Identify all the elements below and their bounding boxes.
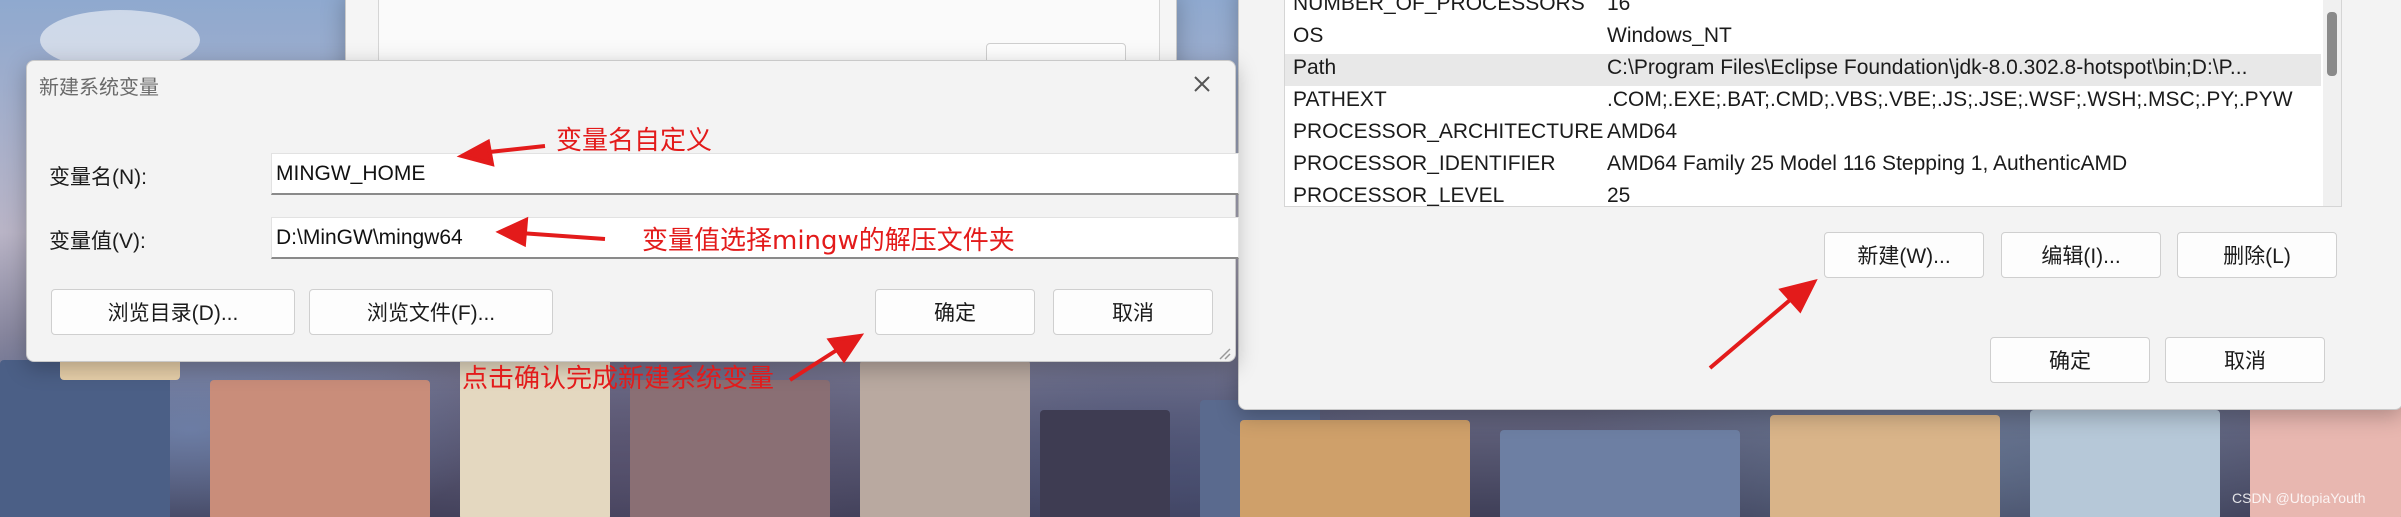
variable-name-cell: PROCESSOR_IDENTIFIER xyxy=(1293,152,1556,175)
browse-directory-button[interactable]: 浏览目录(D)... xyxy=(51,289,295,335)
variable-rows: NUMBER_OF_PROCESSORS 16 OS Windows_NT Path C:… xyxy=(1285,0,2321,207)
new-variable-button[interactable]: 新建(W)... xyxy=(1824,232,1984,278)
delete-variable-button[interactable]: 删除(L) xyxy=(2177,232,2337,278)
table-row[interactable]: Path C:\Program Files\Eclipse Foundation\… xyxy=(1285,54,2321,86)
annotation-variable-value: 变量值选择mingw的解压文件夹 xyxy=(642,226,1015,256)
cancel-button[interactable]: 取消 xyxy=(2165,337,2325,383)
variable-value-cell: AMD64 Family 25 Model 116 Stepping 1, Au… xyxy=(1607,152,2128,175)
table-row[interactable]: OS Windows_NT xyxy=(1285,22,2321,54)
variable-value-label: 变量值(V): xyxy=(49,230,146,253)
ok-button[interactable]: 确定 xyxy=(1990,337,2150,383)
variable-name-input[interactable]: MINGW_HOME xyxy=(271,153,1239,195)
annotation-variable-name: 变量名自定义 xyxy=(556,126,713,156)
dialog-title: 新建系统变量 xyxy=(39,77,159,99)
variable-value-cell: AMD64 xyxy=(1607,120,1678,143)
dialog-cancel-button[interactable]: 取消 xyxy=(1053,289,1213,335)
table-row[interactable]: NUMBER_OF_PROCESSORS 16 xyxy=(1285,0,2321,22)
edit-variable-button[interactable]: 编辑(I)... xyxy=(2001,232,2161,278)
variable-value-cell: 25 xyxy=(1607,184,1631,207)
variable-name-cell: OS xyxy=(1293,24,1324,47)
variable-value-cell: .COM;.EXE;.BAT;.CMD;.VBS;.VBE;.JS;.JSE;.… xyxy=(1607,88,2293,111)
browse-file-button[interactable]: 浏览文件(F)... xyxy=(309,289,553,335)
environment-variables-window: NUMBER_OF_PROCESSORS 16 OS Windows_NT Path C:… xyxy=(1238,0,2401,410)
variable-name-cell: PROCESSOR_ARCHITECTURE xyxy=(1293,120,1604,143)
variable-value-cell: Windows_NT xyxy=(1607,24,1732,47)
annotation-ok-note: 点击确认完成新建系统变量 xyxy=(462,364,775,394)
scrollbar-thumb[interactable] xyxy=(2327,12,2337,76)
resize-grip-icon[interactable] xyxy=(1217,345,1231,360)
list-scrollbar[interactable] xyxy=(2323,0,2341,206)
variable-value-cell: 16 xyxy=(1607,0,1631,15)
variable-name-cell: NUMBER_OF_PROCESSORS xyxy=(1293,0,1585,15)
table-row[interactable]: PROCESSOR_ARCHITECTURE AMD64 xyxy=(1285,118,2321,150)
dialog-ok-button[interactable]: 确定 xyxy=(875,289,1035,335)
table-row[interactable]: PROCESSOR_IDENTIFIER AMD64 Family 25 Mode… xyxy=(1285,150,2321,182)
system-variables-list[interactable]: NUMBER_OF_PROCESSORS 16 OS Windows_NT Path C:… xyxy=(1284,0,2342,207)
variable-value-cell: C:\Program Files\Eclipse Foundation\jdk-… xyxy=(1607,56,2248,79)
table-row[interactable]: PROCESSOR_LEVEL 25 xyxy=(1285,182,2321,207)
watermark: CSDN @UtopiaYouth xyxy=(2232,490,2366,506)
new-system-variable-dialog: 新建系统变量 变量名(N): MINGW_HOME 变量值(V): D:\Min… xyxy=(26,60,1239,362)
variable-name-label: 变量名(N): xyxy=(49,166,147,189)
variable-name-cell: PATHEXT xyxy=(1293,88,1387,111)
close-icon[interactable] xyxy=(1187,69,1217,99)
variable-name-cell: PROCESSOR_LEVEL xyxy=(1293,184,1505,207)
table-row[interactable]: PATHEXT .COM;.EXE;.BAT;.CMD;.VBS;.VBE;.JS… xyxy=(1285,86,2321,118)
variable-name-cell: Path xyxy=(1293,56,1337,79)
